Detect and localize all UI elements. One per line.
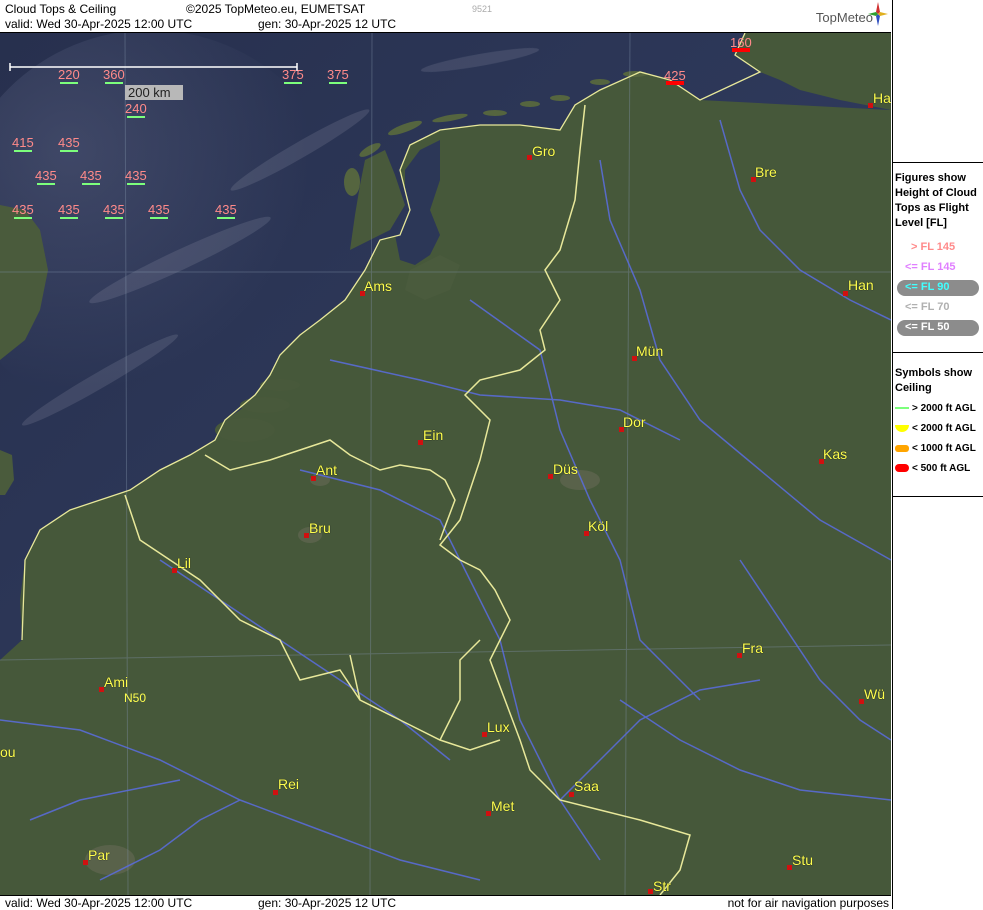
city-label[interactable]: Saa (574, 778, 599, 794)
city-label[interactable]: Dor (623, 414, 646, 430)
city-label[interactable]: Köl (588, 518, 608, 534)
city-label[interactable]: Bre (755, 164, 777, 180)
flight-level-label[interactable]: 220 (58, 67, 80, 84)
legend-panel: Figures show Height of Cloud Tops as Fli… (892, 0, 983, 909)
copyright: ©2025 TopMeteo.eu, EUMETSAT (186, 2, 366, 16)
map-canvas (0, 33, 891, 895)
flight-level-label[interactable]: 375 (282, 67, 304, 84)
city-label[interactable]: Düs (553, 461, 578, 477)
city-label[interactable]: Par (88, 847, 110, 863)
legend-fl-above-145: > FL 145 (911, 241, 956, 253)
disclaimer: not for air navigation purposes (727, 896, 889, 910)
ceiling-above-2000: > 2000 ft AGL (895, 403, 976, 419)
legend-heading-4: Level [FL] (895, 217, 947, 229)
legend-fl-145: <= FL 145 (905, 261, 956, 273)
city-label[interactable]: Rei (278, 776, 299, 792)
ceiling-bar-icon (895, 444, 909, 452)
city-label[interactable]: Gro (532, 143, 555, 159)
gen-time: gen: 30-Apr-2025 12 UTC (258, 17, 397, 31)
footer-gen-time: gen: 30-Apr-2025 12 UTC (258, 896, 397, 910)
map-title: Cloud Tops & Ceiling (5, 2, 117, 16)
city-label[interactable]: Fra (742, 640, 763, 656)
satellite-map[interactable]: 200 km N50 220 360 375 375 240 415 435 4… (0, 33, 891, 895)
flight-level-label[interactable]: 435 (80, 168, 102, 185)
city-label[interactable]: Han (848, 277, 874, 293)
flight-level-label[interactable]: 425 (664, 68, 686, 85)
city-label[interactable]: Kas (823, 446, 847, 462)
city-label[interactable]: ou (0, 744, 16, 760)
flight-level-label[interactable]: 375 (327, 67, 349, 84)
ceiling-cup-icon (895, 424, 909, 432)
footer-bar: valid: Wed 30-Apr-2025 12:00 UTC gen: 30… (0, 895, 891, 910)
latitude-label: N50 (124, 691, 147, 705)
legend-fl-70: <= FL 70 (905, 301, 950, 313)
ceiling-below-500: < 500 ft AGL (895, 463, 970, 479)
flight-level-label[interactable]: 435 (58, 135, 80, 152)
city-label[interactable]: Ant (316, 462, 337, 478)
topmeteo-logo: TopMeteo (816, 10, 873, 25)
flight-level-label[interactable]: 435 (58, 202, 80, 219)
city-label[interactable]: Ein (423, 427, 443, 443)
divider (893, 496, 983, 497)
flight-level-label[interactable]: 435 (12, 202, 34, 219)
ceiling-line-icon (895, 407, 909, 410)
ceiling-below-1000: < 1000 ft AGL (895, 443, 976, 459)
legend-fl-50: <= FL 50 (893, 319, 982, 337)
map-code: 9521 (472, 4, 493, 14)
flight-level-label[interactable]: 435 (103, 202, 125, 219)
city-label[interactable]: Met (491, 798, 514, 814)
flight-level-label[interactable]: 415 (12, 135, 34, 152)
logo-text: TopMeteo (815, 10, 873, 25)
city-label[interactable]: Bru (309, 520, 331, 536)
symbols-heading-1: Symbols show (895, 367, 973, 379)
legend-heading-2: Height of Cloud (895, 187, 977, 199)
header-bar: Cloud Tops & Ceiling ©2025 TopMeteo.eu, … (0, 0, 891, 33)
legend-heading-1: Figures show (895, 172, 966, 184)
city-label[interactable]: Lil (177, 555, 191, 571)
valid-time: valid: Wed 30-Apr-2025 12:00 UTC (5, 17, 193, 31)
flight-level-label[interactable]: 435 (35, 168, 57, 185)
city-label[interactable]: Lux (487, 719, 510, 735)
ceiling-below-2000: < 2000 ft AGL (895, 423, 976, 439)
city-label[interactable]: Str (653, 878, 671, 894)
legend-heading-3: Tops as Flight (895, 202, 969, 214)
divider (893, 352, 983, 353)
symbols-heading-2: Ceiling (895, 382, 932, 394)
city-label[interactable]: Wü (864, 686, 885, 702)
city-label[interactable]: Ami (104, 674, 128, 690)
ceiling-dot-icon (895, 464, 909, 473)
flight-level-label[interactable]: 435 (125, 168, 147, 185)
scale-label: 200 km (128, 85, 171, 100)
flight-level-label[interactable]: 160 (730, 35, 752, 52)
flight-level-label[interactable]: 360 (103, 67, 125, 84)
footer-valid-time: valid: Wed 30-Apr-2025 12:00 UTC (5, 896, 193, 910)
city-label[interactable]: Ams (364, 278, 392, 294)
legend-fl-90: <= FL 90 (893, 279, 982, 297)
flight-level-label[interactable]: 435 (215, 202, 237, 219)
compass-icon (868, 2, 888, 26)
city-label[interactable]: Ha (873, 90, 891, 106)
city-label[interactable]: Stu (792, 852, 813, 868)
city-label[interactable]: Mün (636, 343, 663, 359)
divider (893, 162, 983, 163)
flight-level-label[interactable]: 435 (148, 202, 170, 219)
flight-level-label[interactable]: 240 (125, 101, 147, 118)
